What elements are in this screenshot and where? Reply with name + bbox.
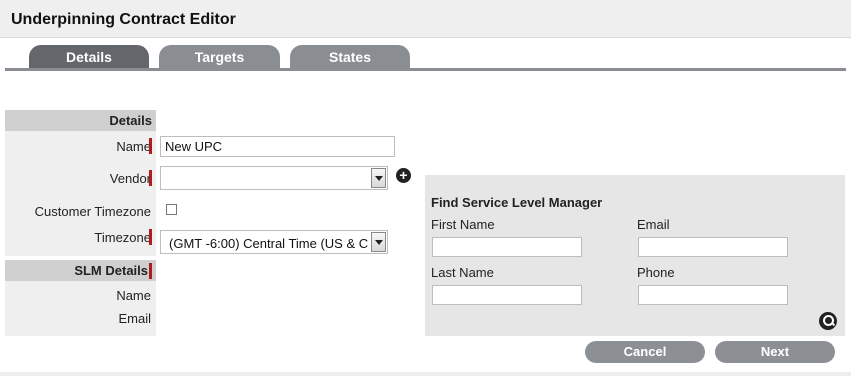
footer-border	[0, 372, 851, 376]
find-slm-panel: Find Service Level Manager First Name Em…	[425, 175, 845, 336]
slm-required-marker	[149, 263, 152, 279]
phone-label: Phone	[637, 265, 675, 280]
slm-details-section-header: SLM Details	[5, 260, 156, 281]
vendor-select[interactable]	[160, 166, 388, 190]
timezone-select-value: (GMT -6:00) Central Time (US & C	[169, 236, 369, 251]
timezone-label: Timezone	[94, 230, 151, 245]
next-button[interactable]: Next	[715, 341, 835, 363]
details-section-title: Details	[109, 113, 152, 128]
email-label: Email	[637, 217, 670, 232]
find-slm-title: Find Service Level Manager	[431, 195, 603, 210]
first-name-label: First Name	[431, 217, 495, 232]
details-section-header: Details	[5, 110, 156, 131]
slm-details-section-title: SLM Details	[74, 263, 148, 278]
chevron-down-icon[interactable]	[371, 232, 386, 252]
vendor-label: Vendor	[109, 171, 151, 186]
tab-targets[interactable]: Targets	[159, 45, 280, 69]
email-input[interactable]	[638, 237, 788, 257]
name-label: Name	[116, 139, 151, 154]
tab-details[interactable]: Details	[29, 45, 149, 69]
name-required-marker	[149, 138, 152, 154]
search-icon[interactable]	[819, 312, 837, 330]
tab-states[interactable]: States	[290, 45, 410, 69]
chevron-down-icon[interactable]	[371, 168, 386, 188]
slm-email-label: Email	[118, 311, 151, 326]
name-input[interactable]	[160, 136, 395, 157]
customer-timezone-label: Customer Timezone	[34, 204, 151, 219]
tab-underline	[5, 68, 846, 71]
cancel-button[interactable]: Cancel	[585, 341, 705, 363]
page-title: Underpinning Contract Editor	[11, 11, 236, 28]
first-name-input[interactable]	[432, 237, 582, 257]
customer-timezone-checkbox[interactable]	[166, 204, 177, 215]
vendor-required-marker	[149, 170, 152, 186]
slm-name-label: Name	[116, 288, 151, 303]
last-name-input[interactable]	[432, 285, 582, 305]
timezone-select[interactable]: (GMT -6:00) Central Time (US & C	[160, 230, 388, 254]
phone-input[interactable]	[638, 285, 788, 305]
editor-header: Underpinning Contract Editor	[0, 0, 851, 38]
timezone-required-marker	[149, 229, 152, 245]
last-name-label: Last Name	[431, 265, 494, 280]
add-icon[interactable]: +	[396, 168, 411, 183]
